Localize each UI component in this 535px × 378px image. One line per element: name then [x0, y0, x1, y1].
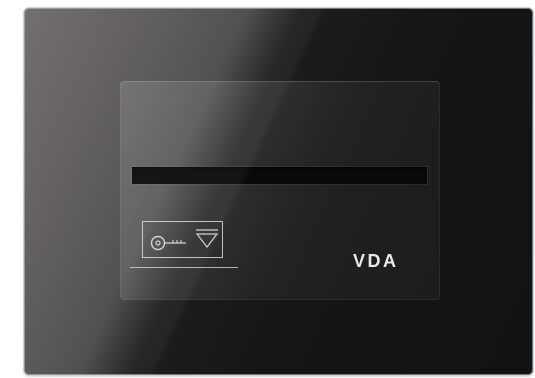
card-reader-area: VDA: [120, 81, 440, 300]
device-stage: VDA: [0, 0, 535, 378]
key-icon: [150, 235, 186, 251]
insert-card-indicator: [142, 221, 228, 265]
glass-panel: VDA: [24, 8, 533, 375]
brand-logo-text: VDA: [353, 251, 399, 271]
icon-underline: [130, 267, 238, 268]
triangle-down-icon: [195, 229, 219, 248]
card-slot[interactable]: [132, 167, 427, 184]
